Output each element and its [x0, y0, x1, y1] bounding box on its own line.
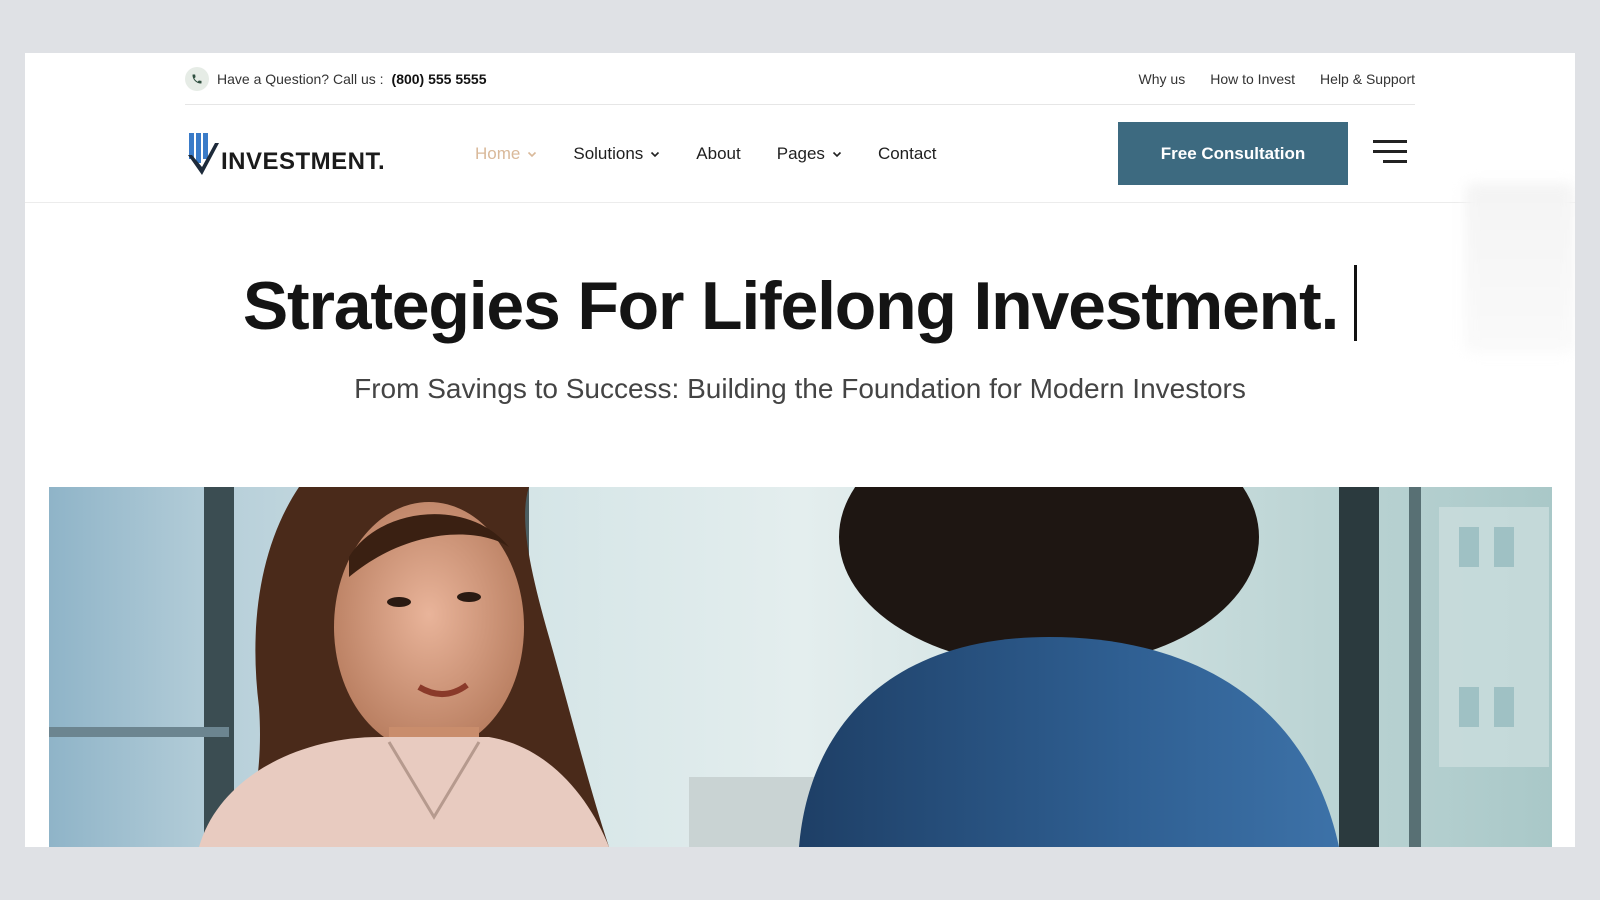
- link-help-support[interactable]: Help & Support: [1320, 71, 1415, 87]
- nav-home-label: Home: [475, 143, 521, 163]
- browser-viewport: Have a Question? Call us : (800) 555 555…: [25, 53, 1575, 847]
- nav-solutions[interactable]: Solutions: [573, 144, 660, 164]
- nav-about[interactable]: About: [696, 144, 740, 164]
- phone-icon: [185, 66, 209, 91]
- logo-mark-icon: [188, 133, 219, 175]
- link-why-us[interactable]: Why us: [1139, 71, 1186, 87]
- utility-links: Why us How to Invest Help & Support: [1139, 71, 1415, 87]
- nav-pages-label: Pages: [776, 143, 825, 163]
- hero-title: Strategies For Lifelong Investment.: [25, 265, 1575, 345]
- hero-title-text: Strategies For Lifelong Investment.: [242, 268, 1340, 344]
- nav-about-label: About: [696, 143, 741, 163]
- nav-contact[interactable]: Contact: [878, 144, 937, 164]
- nav-solutions-label: Solutions: [573, 143, 644, 163]
- hero-photo: [49, 487, 1552, 847]
- chevron-down-icon: [832, 151, 842, 157]
- nav-contact-label: Contact: [877, 143, 937, 163]
- phone-number[interactable]: (800) 555 5555: [392, 71, 487, 87]
- text-cursor: [1354, 265, 1358, 341]
- chevron-down-icon: [528, 151, 537, 157]
- contact-info: Have a Question? Call us : (800) 555 555…: [185, 66, 487, 91]
- nav-home[interactable]: Home: [475, 144, 537, 164]
- logo-text: INVESTMENT.: [221, 148, 386, 175]
- site-logo[interactable]: INVESTMENT.: [187, 133, 385, 177]
- main-header: INVESTMENT. Home Solutions About Pages C…: [25, 105, 1575, 203]
- primary-nav: Home Solutions About Pages Contact: [475, 105, 937, 202]
- link-how-to-invest[interactable]: How to Invest: [1210, 71, 1295, 87]
- free-consultation-button[interactable]: Free Consultation: [1118, 122, 1348, 185]
- hamburger-icon[interactable]: [1371, 140, 1407, 166]
- nav-pages[interactable]: Pages: [777, 144, 842, 164]
- question-label: Have a Question? Call us :: [217, 70, 384, 87]
- chevron-down-icon: [651, 151, 660, 157]
- hero-subtitle: From Savings to Success: Building the Fo…: [354, 373, 1246, 404]
- top-bar: Have a Question? Call us : (800) 555 555…: [185, 53, 1415, 105]
